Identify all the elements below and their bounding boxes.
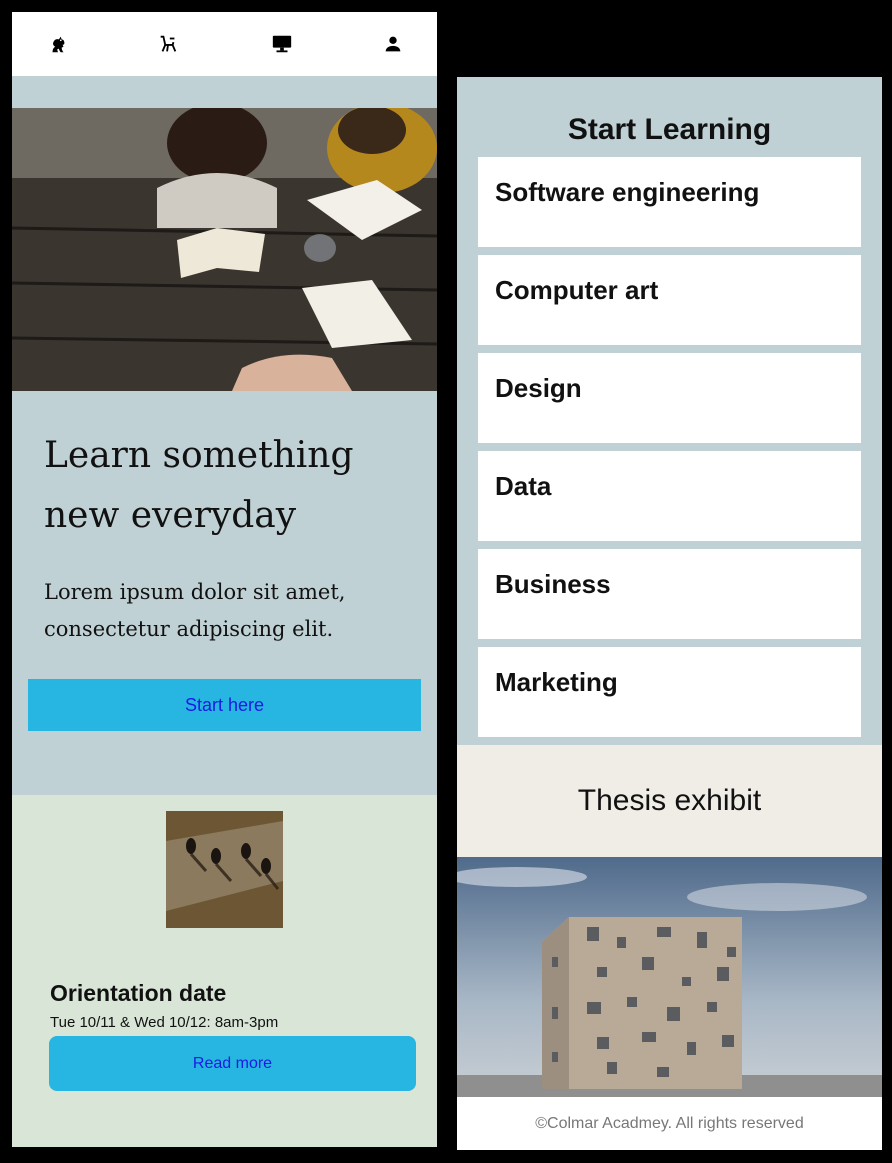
course-marketing[interactable]: Marketing	[478, 647, 861, 737]
event-thumbnail-image	[166, 811, 283, 928]
thesis-exhibit-title: Thesis exhibit	[457, 745, 882, 857]
person-icon[interactable]	[381, 32, 405, 56]
orientation-event-card: Orientation date Tue 10/11 & Wed 10/12: …	[12, 795, 437, 1147]
footer-copyright: ©Colmar Acadmey. All rights reserved	[457, 1097, 882, 1150]
start-here-button[interactable]: Start here	[28, 679, 421, 731]
read-more-button[interactable]: Read more	[49, 1036, 416, 1091]
course-data[interactable]: Data	[478, 451, 861, 541]
desktop-icon[interactable]	[270, 32, 294, 56]
lion-icon[interactable]	[46, 32, 70, 56]
learning-section-page: Start Learning Software engineering Comp…	[457, 77, 882, 1150]
course-computer-art[interactable]: Computer art	[478, 255, 861, 345]
top-nav	[12, 12, 437, 76]
hero-subtitle: Lorem ipsum dolor sit amet, consectetur …	[44, 580, 346, 641]
course-design[interactable]: Design	[478, 353, 861, 443]
event-title: Orientation date	[50, 980, 227, 1006]
start-learning-title: Start Learning	[567, 113, 772, 146]
hero-image-students-reading	[12, 108, 437, 391]
event-date: Tue 10/11 & Wed 10/12: 8am-3pm	[50, 1014, 279, 1031]
hero-title: Learn something new everyday	[44, 435, 354, 536]
chair-icon[interactable]	[156, 32, 180, 56]
course-software-engineering[interactable]: Software engineering	[478, 157, 861, 247]
thesis-building-image	[457, 857, 882, 1097]
mobile-home-page: Learn something new everyday Lorem ipsum…	[12, 12, 437, 1147]
course-business[interactable]: Business	[478, 549, 861, 639]
